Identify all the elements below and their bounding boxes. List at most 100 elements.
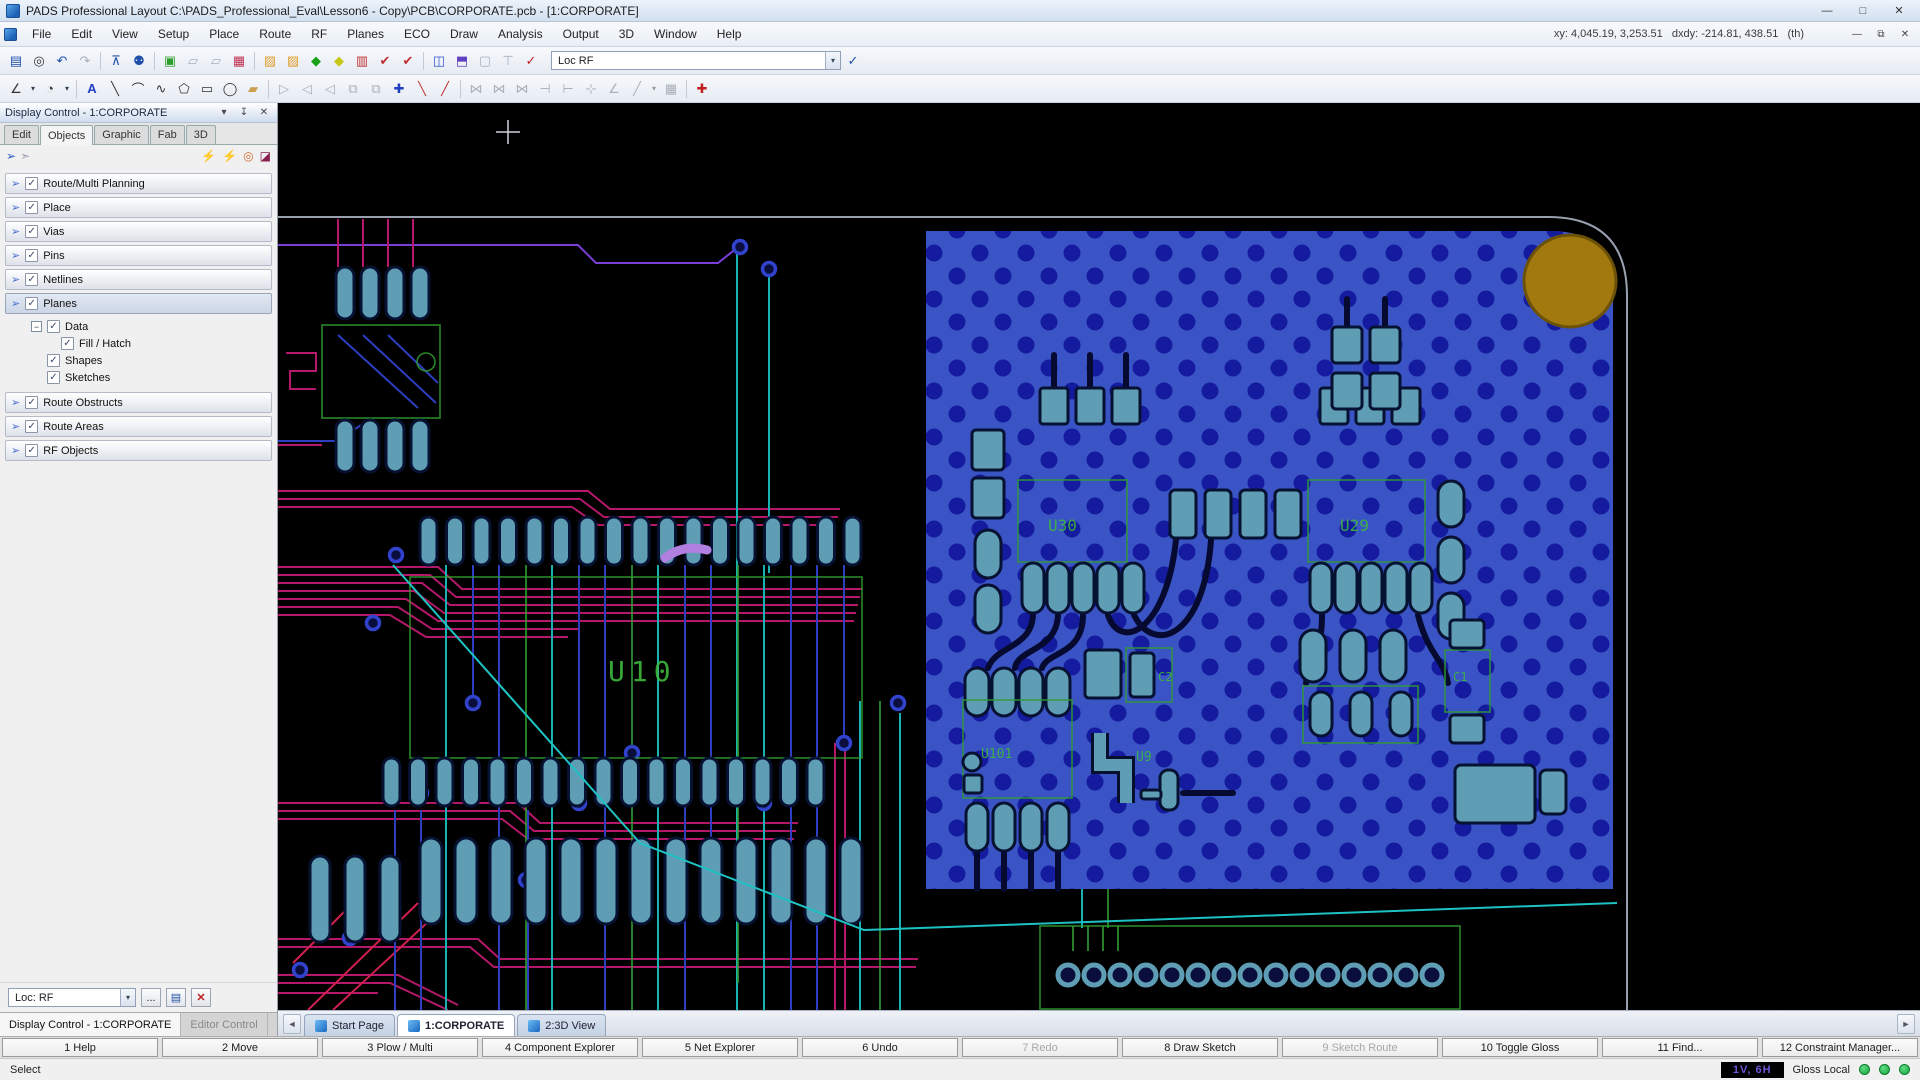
- fn-net-explorer-button[interactable]: 5 Net Explorer: [642, 1038, 798, 1057]
- chevron-down-icon[interactable]: ▾: [120, 989, 135, 1006]
- checkbox-checked[interactable]: ✓: [25, 396, 38, 409]
- layer-pair-indicator[interactable]: 1V, 6H: [1721, 1062, 1784, 1078]
- menu-eco[interactable]: ECO: [395, 23, 439, 45]
- route-45-button[interactable]: ╲: [411, 79, 433, 99]
- expand-icon[interactable]: ➢: [11, 297, 20, 310]
- fn-sketch-route-button[interactable]: 9 Sketch Route: [1282, 1038, 1438, 1057]
- panel-scheme-combo[interactable]: Loc: RF ▾: [8, 988, 136, 1007]
- menu-window[interactable]: Window: [645, 23, 706, 45]
- tab-start-page[interactable]: Start Page: [304, 1014, 395, 1036]
- menu-setup[interactable]: Setup: [149, 23, 198, 45]
- slash-tool-button[interactable]: ╱: [626, 79, 648, 99]
- expand-icon[interactable]: ➢: [11, 225, 20, 238]
- gloss-mode-label[interactable]: Gloss Local: [1793, 1064, 1850, 1076]
- fill-tool-button[interactable]: ▰: [242, 79, 264, 99]
- objects-rf-objects[interactable]: ➢ ✓ RF Objects: [5, 440, 272, 461]
- window-cascade-button[interactable]: ▱: [205, 51, 227, 71]
- chevron-down-icon[interactable]: ▾: [825, 52, 840, 69]
- checkbox-checked[interactable]: ✓: [25, 201, 38, 214]
- fn-toggle-gloss-button[interactable]: 10 Toggle Gloss: [1442, 1038, 1598, 1057]
- place-parts-button[interactable]: ◆: [305, 51, 327, 71]
- find-button[interactable]: ◎: [28, 51, 50, 71]
- menu-view[interactable]: View: [103, 23, 147, 45]
- text-tool-button[interactable]: A: [81, 79, 103, 99]
- mdi-minimize-button[interactable]: —: [1846, 29, 1868, 40]
- fn-plow-multi-button[interactable]: 3 Plow / Multi: [322, 1038, 478, 1057]
- tab-edit[interactable]: Edit: [4, 125, 39, 144]
- objects-route-obstructs[interactable]: ➢ ✓ Route Obstructs: [5, 392, 272, 413]
- objects-planes[interactable]: ➢ ✓ Planes: [5, 293, 272, 314]
- redo-button[interactable]: ↷: [74, 51, 96, 71]
- checkbox-checked[interactable]: ✓: [47, 320, 60, 333]
- checkbox-checked[interactable]: ✓: [61, 337, 74, 350]
- scheme-browse-button[interactable]: ...: [141, 988, 161, 1007]
- menu-route[interactable]: Route: [250, 23, 300, 45]
- angle-mode-dropdown[interactable]: ▾: [28, 79, 38, 99]
- library-button[interactable]: ▨: [259, 51, 281, 71]
- verify-button[interactable]: ✔: [374, 51, 396, 71]
- spline-tool-button[interactable]: ∿: [150, 79, 172, 99]
- panel-menu-icon[interactable]: ▾: [216, 107, 232, 118]
- tab-objects[interactable]: Objects: [40, 125, 93, 145]
- minimize-button[interactable]: —: [1812, 2, 1842, 20]
- rectangle-tool-button[interactable]: ▭: [196, 79, 218, 99]
- slash-tool-dropdown[interactable]: ▾: [649, 79, 659, 99]
- grid-snap-button[interactable]: ▦: [660, 79, 682, 99]
- route-button[interactable]: ✚: [388, 79, 410, 99]
- polygon-tool-button[interactable]: ⬠: [173, 79, 195, 99]
- pattern3-button[interactable]: ⋈: [511, 79, 533, 99]
- objects-pins[interactable]: ➢ ✓ Pins: [5, 245, 272, 266]
- scheme-apply-button[interactable]: ✓: [842, 51, 864, 71]
- tab-scroll-left-icon[interactable]: ◄: [283, 1014, 301, 1034]
- arc-mode-dropdown[interactable]: ▾: [62, 79, 72, 99]
- window-tile-button[interactable]: ▱: [182, 51, 204, 71]
- objects-netlines[interactable]: ➢ ✓ Netlines: [5, 269, 272, 290]
- menu-file[interactable]: File: [23, 23, 60, 45]
- display-control-button[interactable]: ▣: [159, 51, 181, 71]
- trim-right-button[interactable]: ⊢: [557, 79, 579, 99]
- apply-scheme-icon[interactable]: ➣: [20, 149, 30, 163]
- view-3d-button[interactable]: ⬒: [451, 51, 473, 71]
- verify2-button[interactable]: ✔: [397, 51, 419, 71]
- checkbox-checked[interactable]: ✓: [25, 444, 38, 457]
- menu-help[interactable]: Help: [708, 23, 751, 45]
- angle-measure-button[interactable]: ∠: [603, 79, 625, 99]
- align-top-button[interactable]: ◁: [319, 79, 341, 99]
- pattern1-button[interactable]: ⋈: [465, 79, 487, 99]
- panel-close-icon[interactable]: ✕: [256, 107, 272, 118]
- tab-3d[interactable]: 3D: [186, 125, 216, 144]
- mdi-close-button[interactable]: ✕: [1894, 29, 1916, 40]
- checkbox-checked[interactable]: ✓: [47, 371, 60, 384]
- line-tool-button[interactable]: ╲: [104, 79, 126, 99]
- pattern2-button[interactable]: ⋈: [488, 79, 510, 99]
- eraser-icon[interactable]: ◪: [260, 149, 271, 163]
- arc-mode-button[interactable]: ◔: [39, 79, 61, 99]
- zoom-fit-button[interactable]: ◫: [428, 51, 450, 71]
- pcb-canvas[interactable]: U10 U30: [278, 103, 1920, 1010]
- fn-constraint-manager-button[interactable]: 12 Constraint Manager...: [1762, 1038, 1918, 1057]
- netlist-button[interactable]: ▥: [351, 51, 373, 71]
- tree-item-sketches[interactable]: ✓ Sketches: [17, 369, 272, 386]
- checkbox-checked[interactable]: ✓: [25, 420, 38, 433]
- tree-item-fill-hatch[interactable]: ✓ Fill / Hatch: [17, 335, 272, 352]
- sheet-button[interactable]: ▢: [474, 51, 496, 71]
- mdi-restore-button[interactable]: ⧉: [1870, 29, 1892, 40]
- menu-3d[interactable]: 3D: [610, 23, 643, 45]
- add-scheme-icon[interactable]: ➢: [6, 149, 16, 163]
- menu-edit[interactable]: Edit: [62, 23, 101, 45]
- expand-icon[interactable]: ➢: [11, 177, 20, 190]
- menu-place[interactable]: Place: [200, 23, 248, 45]
- tab-3d-view[interactable]: 2:3D View: [517, 1014, 606, 1036]
- checkbox-checked[interactable]: ✓: [25, 297, 38, 310]
- validate-button[interactable]: ✓: [520, 51, 542, 71]
- checkbox-checked[interactable]: ✓: [25, 249, 38, 262]
- library2-button[interactable]: ▨: [282, 51, 304, 71]
- circle-tool-button[interactable]: ◯: [219, 79, 241, 99]
- fn-help-button[interactable]: 1 Help: [2, 1038, 158, 1057]
- pushpin-button[interactable]: ⊼: [105, 51, 127, 71]
- assign-button[interactable]: ⚉: [128, 51, 150, 71]
- copy-button[interactable]: ⧉: [342, 79, 364, 99]
- expand-icon[interactable]: ➢: [11, 420, 20, 433]
- menu-draw[interactable]: Draw: [441, 23, 487, 45]
- route-any-angle-button[interactable]: ╱: [434, 79, 456, 99]
